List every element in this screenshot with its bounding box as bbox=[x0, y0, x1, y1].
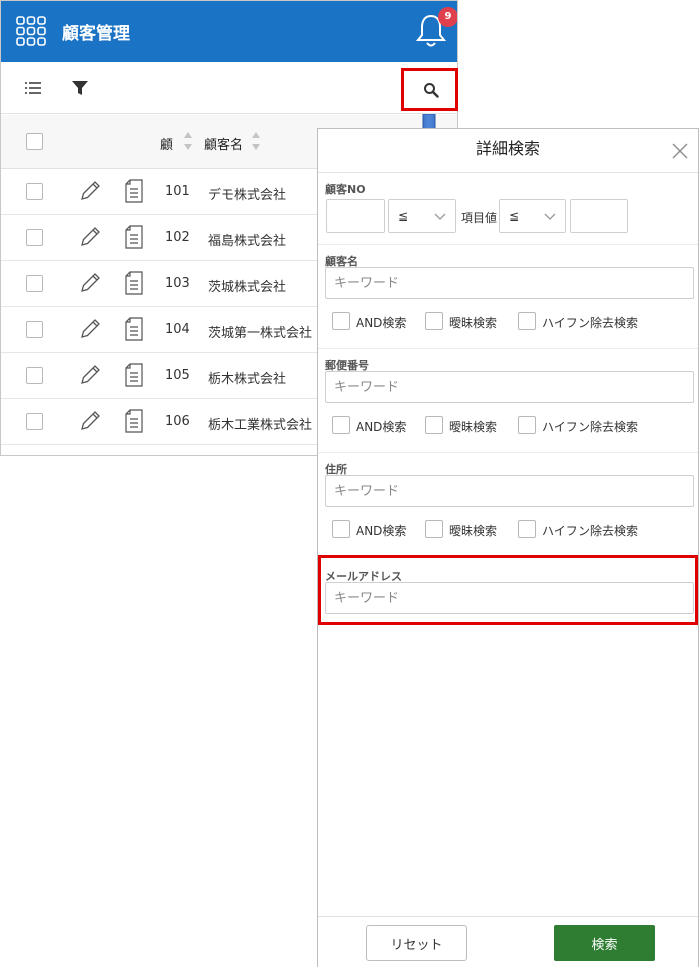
edit-pencil-icon[interactable] bbox=[78, 225, 102, 249]
app-title: 顧客管理 bbox=[62, 24, 130, 44]
fuzzy-search-checkbox[interactable] bbox=[425, 312, 443, 330]
chevron-down-icon bbox=[544, 213, 556, 220]
customer-name-section: 顧客名 AND検索 曖昧検索 ハイフン除去検索 bbox=[318, 245, 698, 349]
fuzzy-search-label: 曖昧検索 bbox=[449, 524, 498, 538]
row-checkbox[interactable] bbox=[26, 275, 43, 292]
row-customer-no: 105 bbox=[165, 368, 190, 383]
detailed-search-panel: 詳細検索 顧客NO ≦ 項目値 ≦ 顧客名 AND検索 曖昧検索 ハイ bbox=[317, 128, 699, 967]
and-search-label: AND検索 bbox=[356, 316, 407, 330]
row-customer-no: 106 bbox=[165, 414, 190, 429]
and-search-label: AND検索 bbox=[356, 524, 407, 538]
panel-title: 詳細検索 bbox=[318, 129, 698, 173]
hyphen-removal-label: ハイフン除去検索 bbox=[542, 524, 639, 538]
hyphen-removal-checkbox[interactable] bbox=[518, 416, 536, 434]
edit-pencil-icon[interactable] bbox=[78, 409, 102, 433]
sort-icon[interactable] bbox=[251, 129, 261, 153]
document-icon[interactable] bbox=[125, 225, 143, 249]
postal-code-section: 郵便番号 AND検索 曖昧検索 ハイフン除去検索 bbox=[318, 349, 698, 453]
customer-no-min-input[interactable] bbox=[326, 199, 385, 233]
row-customer-no: 101 bbox=[165, 184, 190, 199]
hyphen-removal-checkbox[interactable] bbox=[518, 520, 536, 538]
select-all-checkbox[interactable] bbox=[26, 133, 43, 150]
row-customer-name: デモ株式会社 bbox=[208, 188, 287, 203]
row-customer-no: 102 bbox=[165, 230, 190, 245]
edit-pencil-icon[interactable] bbox=[78, 317, 102, 341]
row-customer-name: 茨城株式会社 bbox=[208, 280, 287, 295]
operator-value: ≦ bbox=[398, 209, 409, 223]
list-view-icon[interactable] bbox=[25, 81, 41, 95]
document-icon[interactable] bbox=[125, 317, 143, 341]
item-value-label: 項目値 bbox=[461, 211, 498, 225]
row-checkbox[interactable] bbox=[26, 413, 43, 430]
customer-no-operator-select[interactable]: ≦ bbox=[388, 199, 456, 233]
row-checkbox[interactable] bbox=[26, 183, 43, 200]
row-customer-name: 栃木株式会社 bbox=[208, 372, 287, 387]
row-customer-name: 茨城第一株式会社 bbox=[208, 326, 313, 341]
document-icon[interactable] bbox=[125, 271, 143, 295]
panel-footer: リセット 検索 bbox=[318, 916, 698, 967]
sort-icon[interactable] bbox=[183, 129, 193, 153]
fuzzy-search-checkbox[interactable] bbox=[425, 520, 443, 538]
column-header-no[interactable]: 顧 bbox=[160, 134, 173, 153]
and-search-checkbox[interactable] bbox=[332, 312, 350, 330]
operator-value: ≦ bbox=[509, 209, 520, 223]
app-header: 顧客管理 bbox=[1, 1, 457, 62]
address-input[interactable] bbox=[325, 475, 694, 507]
address-section: 住所 AND検索 曖昧検索 ハイフン除去検索 bbox=[318, 453, 698, 557]
edit-pencil-icon[interactable] bbox=[78, 363, 102, 387]
submit-search-button[interactable]: 検索 bbox=[554, 925, 655, 961]
row-checkbox[interactable] bbox=[26, 367, 43, 384]
reset-button[interactable]: リセット bbox=[366, 925, 467, 961]
fuzzy-search-label: 曖昧検索 bbox=[449, 316, 498, 330]
search-icon bbox=[424, 83, 439, 98]
row-customer-no: 104 bbox=[165, 322, 190, 337]
document-icon[interactable] bbox=[125, 179, 143, 203]
close-icon[interactable] bbox=[672, 143, 688, 159]
item-value-operator-select[interactable]: ≦ bbox=[499, 199, 566, 233]
chevron-down-icon bbox=[434, 213, 446, 220]
fuzzy-search-checkbox[interactable] bbox=[425, 416, 443, 434]
customer-no-label: 顧客NO bbox=[325, 183, 366, 196]
row-customer-no: 103 bbox=[165, 276, 190, 291]
edit-pencil-icon[interactable] bbox=[78, 271, 102, 295]
and-search-checkbox[interactable] bbox=[332, 520, 350, 538]
email-highlight-frame bbox=[318, 555, 698, 625]
fuzzy-search-label: 曖昧検索 bbox=[449, 420, 498, 434]
toolbar bbox=[1, 62, 457, 114]
customer-name-input[interactable] bbox=[325, 267, 694, 299]
document-icon[interactable] bbox=[125, 363, 143, 387]
customer-no-section: 顧客NO ≦ 項目値 ≦ bbox=[318, 173, 698, 245]
hyphen-removal-label: ハイフン除去検索 bbox=[542, 420, 639, 434]
row-customer-name: 福島株式会社 bbox=[208, 234, 287, 249]
notification-badge: 9 bbox=[438, 7, 457, 27]
search-button[interactable] bbox=[401, 68, 458, 111]
edit-pencil-icon[interactable] bbox=[78, 179, 102, 203]
and-search-checkbox[interactable] bbox=[332, 416, 350, 434]
and-search-label: AND検索 bbox=[356, 420, 407, 434]
row-checkbox[interactable] bbox=[26, 321, 43, 338]
row-checkbox[interactable] bbox=[26, 229, 43, 246]
postal-code-input[interactable] bbox=[325, 371, 694, 403]
hyphen-removal-checkbox[interactable] bbox=[518, 312, 536, 330]
filter-icon[interactable] bbox=[72, 80, 88, 96]
document-icon[interactable] bbox=[125, 409, 143, 433]
app-grid-icon[interactable] bbox=[16, 16, 46, 46]
column-header-name[interactable]: 顧客名 bbox=[204, 134, 243, 153]
row-customer-name: 栃木工業株式会社 bbox=[208, 418, 313, 433]
item-value-input[interactable] bbox=[570, 199, 628, 233]
hyphen-removal-label: ハイフン除去検索 bbox=[542, 316, 639, 330]
